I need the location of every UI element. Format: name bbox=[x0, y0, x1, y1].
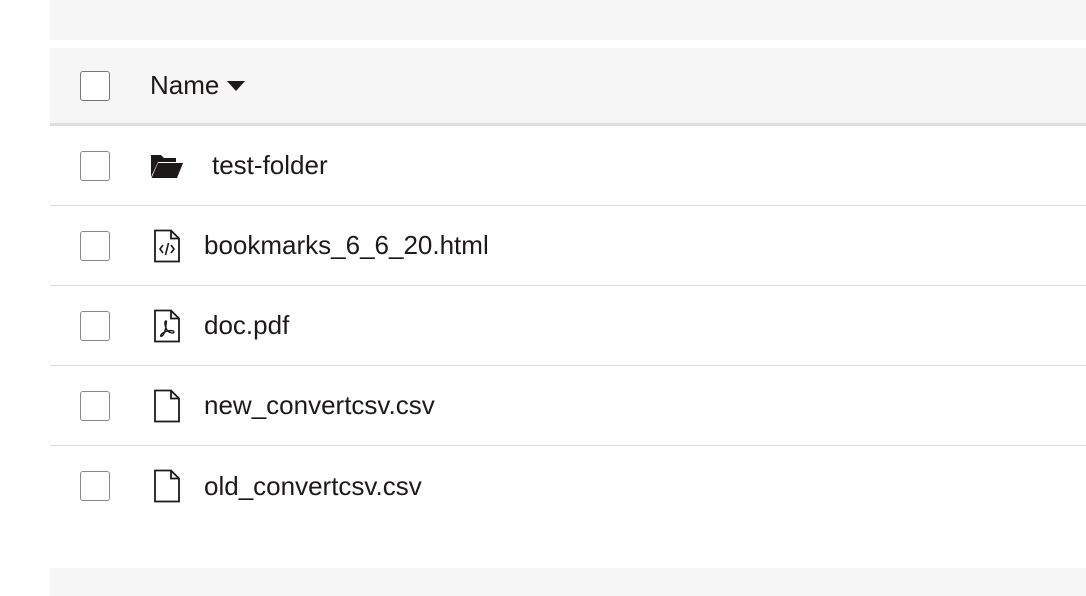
table-row[interactable]: test-folder bbox=[50, 126, 1086, 206]
row-checkbox[interactable] bbox=[80, 310, 110, 341]
file-name[interactable]: test-folder bbox=[212, 150, 328, 181]
row-checkbox[interactable] bbox=[80, 230, 110, 261]
file-name[interactable]: doc.pdf bbox=[204, 310, 289, 341]
table-row[interactable]: bookmarks_6_6_20.html bbox=[50, 206, 1086, 286]
footer-area bbox=[50, 568, 1086, 596]
table-row[interactable]: old_convertcsv.csv bbox=[50, 446, 1086, 526]
table-row[interactable]: new_convertcsv.csv bbox=[50, 366, 1086, 446]
row-checkbox[interactable] bbox=[80, 390, 110, 421]
file-name[interactable]: bookmarks_6_6_20.html bbox=[204, 230, 489, 261]
file-icon bbox=[150, 469, 184, 503]
file-icon bbox=[150, 389, 184, 423]
name-column-label: Name bbox=[150, 70, 220, 100]
select-all-checkbox[interactable] bbox=[80, 70, 110, 101]
pdf-file-icon bbox=[150, 309, 184, 343]
file-name[interactable]: new_convertcsv.csv bbox=[204, 390, 435, 421]
row-checkbox[interactable] bbox=[80, 471, 110, 501]
row-checkbox[interactable] bbox=[80, 150, 110, 181]
toolbar-area bbox=[50, 0, 1086, 40]
file-browser: Name test-folder bookmarks_6_6_20.html d… bbox=[0, 0, 1086, 596]
file-name[interactable]: old_convertcsv.csv bbox=[204, 471, 422, 502]
file-table: Name test-folder bookmarks_6_6_20.html d… bbox=[50, 48, 1086, 526]
sort-descending-icon[interactable] bbox=[227, 80, 246, 91]
folder-open-icon bbox=[150, 149, 184, 183]
name-column-header[interactable]: Name bbox=[150, 70, 246, 101]
html-file-icon bbox=[150, 229, 184, 263]
table-header-row: Name bbox=[50, 48, 1086, 126]
table-row[interactable]: doc.pdf bbox=[50, 286, 1086, 366]
